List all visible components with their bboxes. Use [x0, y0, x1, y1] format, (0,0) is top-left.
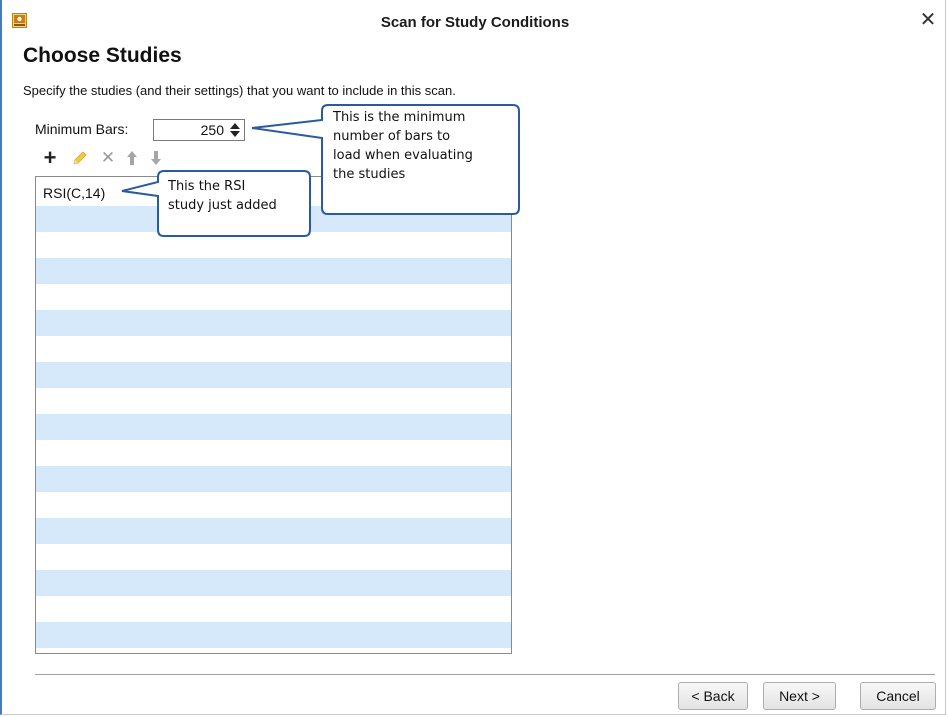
callout-line: This the RSI — [168, 179, 246, 194]
callout-line: This is the minimum — [333, 110, 466, 125]
window-title: Scan for Study Conditions — [380, 14, 570, 31]
page-title: Choose Studies — [23, 44, 182, 67]
empty-row — [36, 570, 511, 596]
minimum-bars-spinner[interactable]: 250 — [153, 119, 245, 141]
dialog-window: Scan for Study Conditions ✕ Choose Studi… — [0, 0, 946, 715]
callout-line: study just added — [168, 198, 277, 213]
empty-row — [36, 258, 511, 284]
title-bar: Scan for Study Conditions ✕ — [2, 0, 948, 40]
pencil-icon[interactable] — [70, 148, 90, 168]
minimum-bars-value[interactable]: 250 — [201, 122, 224, 138]
empty-row — [36, 518, 511, 544]
empty-row — [36, 414, 511, 440]
delete-icon[interactable]: ✕ — [98, 148, 118, 168]
plus-icon[interactable]: + — [40, 147, 60, 169]
arrow-down-icon[interactable] — [146, 148, 166, 168]
empty-row — [36, 310, 511, 336]
footer-divider — [35, 674, 935, 675]
empty-row — [36, 622, 511, 648]
minimum-bars-label: Minimum Bars: — [35, 121, 129, 137]
rsi-callout-text: This the RSI study just added — [168, 177, 277, 215]
list-item-label: RSI(C,14) — [43, 185, 106, 201]
callout-line: load when evaluating — [333, 148, 473, 163]
next-button[interactable]: Next > — [763, 682, 836, 710]
studies-list[interactable]: RSI(C,14) — [35, 176, 512, 654]
page-description: Specify the studies (and their settings)… — [23, 83, 456, 98]
arrow-up-icon[interactable] — [122, 148, 142, 168]
minimum-bars-callout-text: This is the minimum number of bars to lo… — [333, 108, 473, 184]
back-button[interactable]: < Back — [678, 682, 748, 710]
cancel-button[interactable]: Cancel — [860, 682, 936, 710]
callout-line: number of bars to — [333, 129, 451, 144]
empty-row — [36, 362, 511, 388]
close-icon[interactable]: ✕ — [918, 10, 938, 30]
spinner-arrows-icon[interactable] — [229, 122, 241, 138]
empty-row — [36, 466, 511, 492]
callout-line: the studies — [333, 167, 406, 182]
